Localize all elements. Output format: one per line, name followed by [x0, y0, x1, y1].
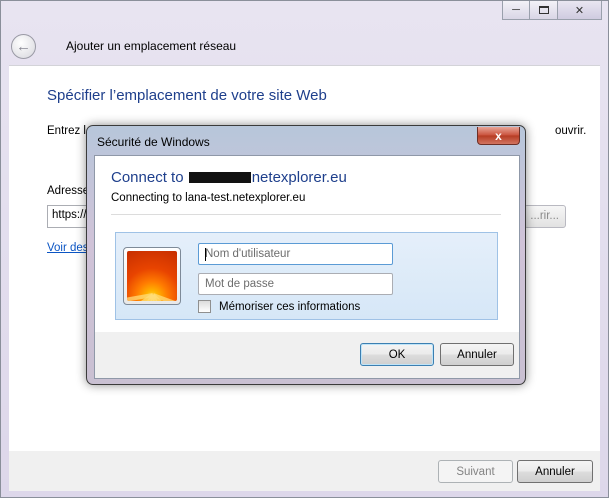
username-placeholder: Nom d'utilisateur [205, 248, 291, 260]
dialog-close-button[interactable]: x [477, 127, 520, 145]
remember-row[interactable]: Mémoriser ces informations [198, 300, 360, 313]
redacted-text [188, 172, 251, 183]
divider [111, 214, 501, 215]
maximize-icon [538, 6, 549, 14]
dialog-body: Connect to netexplorer.eu Connecting to … [94, 155, 520, 379]
next-button[interactable]: Suivant [438, 460, 513, 483]
ok-button[interactable]: OK [360, 343, 434, 366]
caption-buttons: ─ ✕ [502, 1, 602, 20]
window-close-button[interactable]: ✕ [558, 1, 602, 20]
dialog-title: Sécurité de Windows [97, 135, 210, 149]
username-field[interactable]: Nom d'utilisateur [198, 243, 393, 265]
connecting-text: Connecting to lana-test.netexplorer.eu [111, 192, 306, 204]
close-icon: ✕ [574, 4, 585, 17]
dialog-cancel-button[interactable]: Annuler [440, 343, 514, 366]
connect-heading: Connect to netexplorer.eu [111, 169, 347, 186]
remember-checkbox[interactable] [198, 300, 211, 313]
back-button[interactable]: ← [11, 34, 36, 59]
maximize-button[interactable] [530, 1, 558, 20]
text-caret [205, 248, 206, 261]
intro-text-end: ouvrir. [555, 125, 587, 137]
address-label: Adresse [47, 185, 90, 197]
close-icon: x [495, 128, 502, 143]
browse-button[interactable]: ...rir... [524, 205, 566, 228]
minimize-icon: ─ [512, 4, 520, 16]
password-field[interactable]: Mot de passe [198, 273, 393, 295]
avatar [123, 247, 181, 305]
connect-heading-suffix: netexplorer.eu [251, 169, 347, 186]
connect-heading-prefix: Connect to [111, 169, 188, 186]
remember-label: Mémoriser ces informations [219, 300, 361, 313]
credential-tile[interactable]: Nom d'utilisateur Mot de passe Mémoriser… [115, 232, 498, 320]
intro-text: Entrez l [47, 125, 86, 137]
back-arrow-icon: ← [16, 38, 31, 55]
dialog-content: Connect to netexplorer.eu Connecting to … [95, 156, 519, 332]
minimize-button[interactable]: ─ [502, 1, 530, 20]
windows-security-dialog: Sécurité de Windows x Connect to netexpl… [86, 125, 526, 385]
user-avatar-flower-icon [127, 251, 177, 301]
page-heading: Spécifier l’emplacement de votre site We… [47, 87, 327, 104]
cancel-button[interactable]: Annuler [517, 460, 593, 483]
view-examples-link[interactable]: Voir des [47, 242, 89, 254]
wizard-footer: Suivant Annuler [9, 451, 600, 491]
wizard-title: Ajouter un emplacement réseau [66, 39, 237, 53]
title-bar: ─ ✕ [1, 1, 608, 29]
